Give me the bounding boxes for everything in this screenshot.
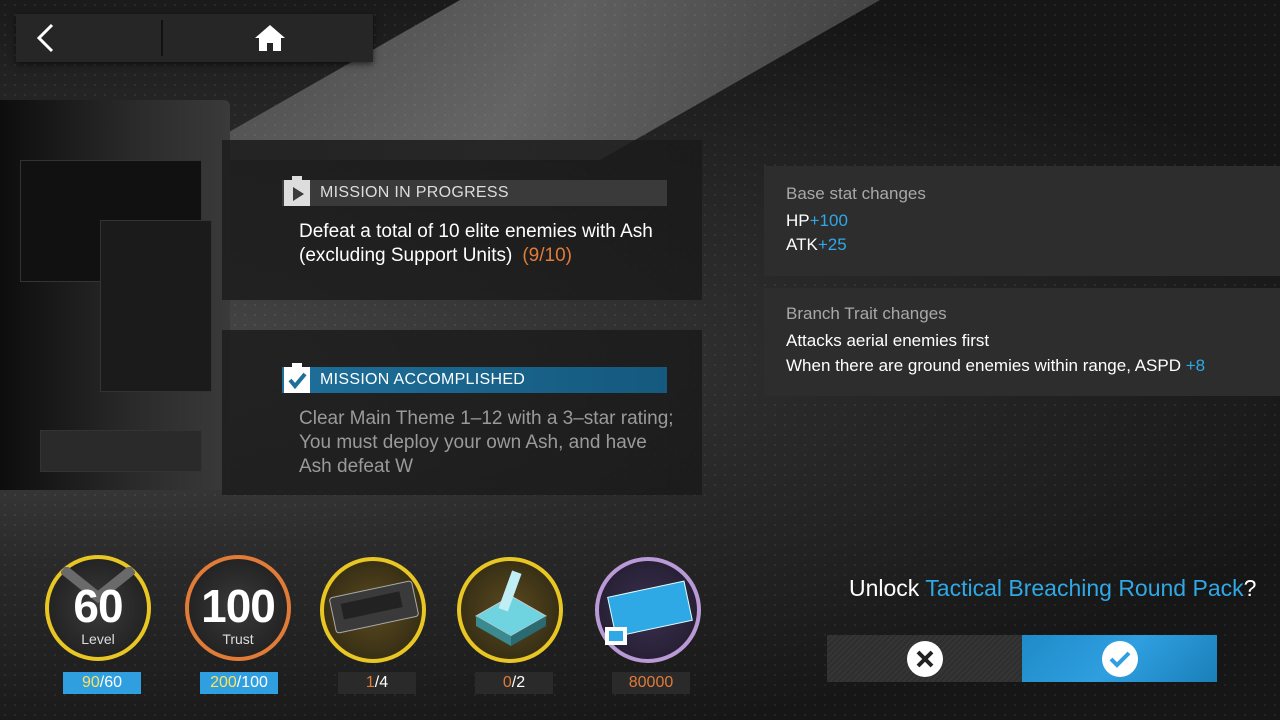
home-button[interactable] xyxy=(166,14,373,62)
branch-trait-panel: Branch Trait changes Attacks aerial enem… xyxy=(764,288,1280,396)
level-count: 90/60 xyxy=(63,672,141,694)
atk-line: ATK+25 xyxy=(786,235,847,255)
level-requirement: 60 Level xyxy=(45,555,151,661)
close-icon xyxy=(907,641,943,677)
atk-value: +25 xyxy=(817,235,847,254)
trait-value: +8 xyxy=(1185,356,1206,375)
trait-line: When there are ground enemies within ran… xyxy=(786,356,1205,376)
hp-label: HP xyxy=(786,211,810,230)
check-icon xyxy=(1102,641,1138,677)
trust-need: /100 xyxy=(236,674,268,691)
level-have: 90 xyxy=(81,674,100,691)
mission-accomplished-panel: MISSION ACCOMPLISHED Clear Main Theme 1–… xyxy=(222,330,702,495)
unlock-prompt: Unlock Tactical Breaching Round Pack? xyxy=(849,575,1256,602)
item1-count: 1/4 xyxy=(338,672,416,694)
mission-header: MISSION ACCOMPLISHED xyxy=(282,363,667,393)
nav-divider xyxy=(161,20,163,56)
item2-have: 0 xyxy=(502,674,512,691)
chevron-left-icon xyxy=(36,23,54,53)
item3-count: 80000 xyxy=(612,672,690,694)
trust-label: Trust xyxy=(222,631,254,647)
cancel-button[interactable] xyxy=(827,635,1022,682)
unlock-suffix: ? xyxy=(1243,575,1257,601)
mission-description: Clear Main Theme 1–12 with a 3–star rati… xyxy=(299,407,689,479)
mission-in-progress-panel: MISSION IN PROGRESS Defeat a total of 10… xyxy=(222,140,702,300)
trust-count: 200/100 xyxy=(200,672,278,694)
mission-text-line: Ash defeat W xyxy=(299,456,414,477)
item2-count: 0/2 xyxy=(475,672,553,694)
trust-requirement: 100 Trust xyxy=(185,555,291,661)
branch-trait-title: Branch Trait changes xyxy=(786,304,947,323)
atk-label: ATK xyxy=(786,235,818,254)
trust-have: 200 xyxy=(210,674,237,691)
level-value: 60 xyxy=(73,580,123,632)
lmd-ticket-icon xyxy=(605,580,693,645)
play-clipboard-icon xyxy=(284,176,310,206)
mission-description: Defeat a total of 10 elite enemies with … xyxy=(299,220,689,268)
back-button[interactable] xyxy=(16,14,161,62)
confirm-button[interactable] xyxy=(1022,635,1217,682)
mission-status: MISSION ACCOMPLISHED xyxy=(320,371,526,388)
hp-line: HP+100 xyxy=(786,211,848,231)
check-clipboard-icon xyxy=(284,363,310,393)
item1-have: 1 xyxy=(365,674,375,691)
mission-text-line: Defeat a total of 10 elite enemies with … xyxy=(299,221,653,242)
raytheon-module-icon xyxy=(329,580,419,634)
unlock-prefix: Unlock xyxy=(849,575,926,601)
trait-text: When there are ground enemies within ran… xyxy=(786,356,1186,375)
hp-value: +100 xyxy=(809,211,848,230)
item2-need: /2 xyxy=(511,674,526,691)
mission-status: MISSION IN PROGRESS xyxy=(320,184,509,201)
unlock-item-name: Tactical Breaching Round Pack xyxy=(925,575,1244,601)
base-stat-panel: Base stat changes HP+100 ATK+25 xyxy=(764,166,1280,276)
data-crystal-icon xyxy=(474,570,548,646)
home-icon xyxy=(254,25,285,51)
mission-header: MISSION IN PROGRESS xyxy=(282,176,667,206)
mission-text-line: Clear Main Theme 1–12 with a 3–star rati… xyxy=(299,408,674,429)
trust-value: 100 xyxy=(201,580,276,632)
item-data-crystal[interactable] xyxy=(457,557,563,663)
top-nav-bar xyxy=(16,14,373,62)
module-artwork xyxy=(0,100,230,490)
level-need: /60 xyxy=(99,674,123,691)
level-label: Level xyxy=(81,631,115,647)
item1-need: /4 xyxy=(374,674,389,691)
mission-text-line: (excluding Support Units) xyxy=(299,245,513,266)
item-raytheon[interactable] xyxy=(320,557,426,663)
item-lmd[interactable] xyxy=(595,557,701,663)
trait-line: Attacks aerial enemies first xyxy=(786,331,990,350)
base-stat-title: Base stat changes xyxy=(786,184,926,203)
mission-text-line: You must deploy your own Ash, and have xyxy=(299,432,647,453)
mission-progress: (9/10) xyxy=(522,245,572,266)
